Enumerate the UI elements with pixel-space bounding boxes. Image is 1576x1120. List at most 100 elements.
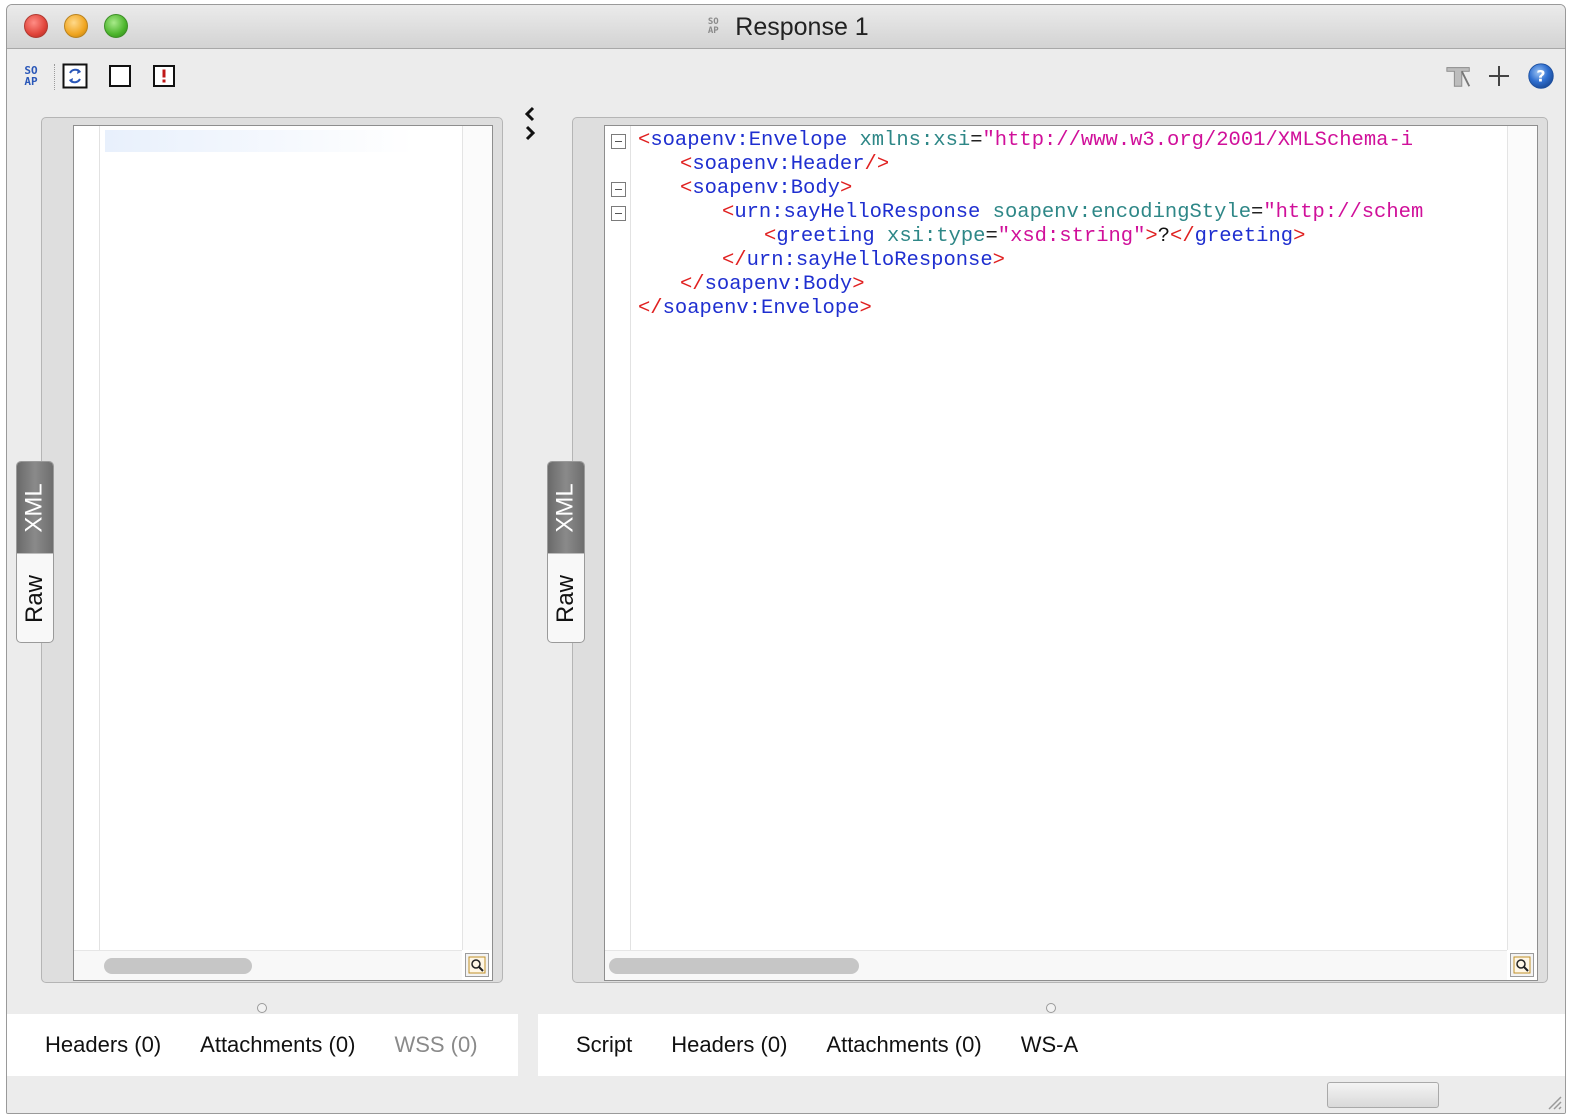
xml-token-br: </ <box>1170 225 1195 248</box>
xml-line: <soapenv:Body> <box>680 177 852 201</box>
response-editor[interactable]: <soapenv:Envelope xmlns:xsi="http://www.… <box>604 125 1538 981</box>
square-button[interactable] <box>106 62 134 90</box>
xml-token-br: </ <box>722 249 747 272</box>
xml-line: </soapenv:Body> <box>680 273 865 297</box>
request-attachments-tab[interactable]: Attachments (0) <box>200 1032 355 1058</box>
request-editor[interactable] <box>73 125 493 981</box>
xml-token-val: "http://www.w3.org/2001/XMLSchema-i <box>982 129 1414 152</box>
request-code-area[interactable] <box>101 126 462 950</box>
xml-token-br: < <box>680 153 693 176</box>
xml-token-attr: soapenv:encodingStyle <box>992 201 1252 224</box>
response-vertical-scrollbar[interactable] <box>1507 126 1537 950</box>
response-xml-tab[interactable]: XML <box>548 462 584 553</box>
request-gutter <box>74 126 100 950</box>
response-divider-handle[interactable] <box>1046 1003 1056 1013</box>
current-line-highlight <box>105 130 415 152</box>
xml-token-br: > <box>1293 225 1306 248</box>
xml-token-tag: soapenv:Envelope <box>662 297 860 320</box>
fold-toggle-envelope[interactable] <box>611 134 626 149</box>
magnifier-icon <box>1513 956 1531 974</box>
response-bottom-tabs: Script Headers (0) Attachments (0) WS-A <box>538 1014 1565 1076</box>
xml-token-attr: xmlns:xsi <box>859 129 971 152</box>
xml-line: <soapenv:Envelope xmlns:xsi="http://www.… <box>638 129 1413 153</box>
resize-grip-icon[interactable] <box>1543 1091 1563 1111</box>
xml-token-txt <box>980 201 992 224</box>
xml-line: </urn:sayHelloResponse> <box>722 249 1005 273</box>
fold-toggle-response[interactable] <box>611 206 626 221</box>
response-scroll-thumb[interactable] <box>609 958 859 974</box>
toolbar: SO AP ? <box>7 50 1565 102</box>
xml-token-br: > <box>839 177 853 200</box>
soap-button[interactable]: SO AP <box>17 62 45 90</box>
xml-token-br: < <box>680 177 693 200</box>
response-find-button[interactable] <box>1510 953 1534 977</box>
plus-icon <box>1489 66 1509 86</box>
fold-toggle-body[interactable] <box>611 182 626 197</box>
xml-token-br: < <box>722 201 735 224</box>
help-button[interactable]: ? <box>1527 62 1555 90</box>
xml-token-br: </ <box>680 273 705 296</box>
request-xml-tab[interactable]: XML <box>17 462 53 553</box>
response-attachments-tab[interactable]: Attachments (0) <box>826 1032 981 1058</box>
help-icon: ? <box>1528 63 1554 89</box>
title-bar: SO AP Response 1 <box>7 5 1565 49</box>
xml-token-tag: urn:sayHelloResponse <box>734 201 981 224</box>
xml-token-tag: greeting <box>1194 225 1294 248</box>
response-headers-tab[interactable]: Headers (0) <box>671 1032 787 1058</box>
alert-button[interactable] <box>150 62 178 90</box>
xml-line: <urn:sayHelloResponse soapenv:encodingSt… <box>722 201 1423 225</box>
request-scroll-thumb[interactable] <box>104 958 252 974</box>
xml-line: </soapenv:Envelope> <box>638 297 872 321</box>
response-window: SO AP Response 1 SO AP ? XML Raw <soapen… <box>6 4 1566 1114</box>
title-wrap: SO AP Response 1 <box>7 5 1565 49</box>
status-bar <box>7 1077 1565 1113</box>
request-wss-tab[interactable]: WSS (0) <box>394 1032 477 1058</box>
xml-token-eq: = <box>985 225 998 248</box>
request-bottom-tabs: Headers (0) Attachments (0) WSS (0) <box>7 1014 518 1076</box>
xml-token-br: < <box>638 129 651 152</box>
refresh-icon <box>62 63 88 89</box>
response-horizontal-scrollbar[interactable] <box>605 950 1507 980</box>
tab-button[interactable] <box>1445 62 1473 90</box>
request-find-button[interactable] <box>465 953 489 977</box>
request-view-tabs: XML Raw <box>16 461 54 643</box>
request-horizontal-scrollbar[interactable] <box>74 950 462 980</box>
xml-token-br: > <box>1145 225 1158 248</box>
xml-token-val: "http://schem <box>1263 201 1424 224</box>
toolbar-separator <box>54 64 55 90</box>
square-icon <box>109 65 131 87</box>
xml-token-txt <box>847 129 859 152</box>
xml-token-eq: = <box>1251 201 1264 224</box>
xml-token-br: > <box>992 249 1005 272</box>
status-progress-box <box>1327 1082 1439 1108</box>
request-raw-tab[interactable]: Raw <box>17 553 53 642</box>
tab-icon <box>1446 67 1471 87</box>
response-wsa-tab[interactable]: WS-A <box>1021 1032 1078 1058</box>
xml-token-val: "xsd:string" <box>997 225 1146 248</box>
request-divider-handle[interactable] <box>257 1003 267 1013</box>
xml-token-br: > <box>859 297 872 320</box>
xml-token-br: > <box>852 273 865 296</box>
add-button[interactable] <box>1485 62 1513 90</box>
magnifier-icon <box>468 956 486 974</box>
xml-line: <soapenv:Header/> <box>680 153 889 177</box>
refresh-button[interactable] <box>61 62 89 90</box>
response-view-tabs: XML Raw <box>547 461 585 643</box>
xml-token-txt: ? <box>1157 225 1171 248</box>
alert-icon <box>153 65 175 87</box>
split-pane-divider[interactable] <box>519 105 539 145</box>
response-code-area[interactable]: <soapenv:Envelope xmlns:xsi="http://www.… <box>632 126 1507 950</box>
response-panel: <soapenv:Envelope xmlns:xsi="http://www.… <box>572 117 1548 983</box>
xml-token-eq: = <box>970 129 983 152</box>
response-script-tab[interactable]: Script <box>576 1032 632 1058</box>
response-raw-tab[interactable]: Raw <box>548 553 584 642</box>
xml-line: <greeting xsi:type="xsd:string">?</greet… <box>764 225 1305 249</box>
request-vertical-scrollbar[interactable] <box>462 126 492 950</box>
xml-token-br: /> <box>864 153 890 176</box>
svg-text:?: ? <box>1536 66 1545 85</box>
soap-title-icon: SO AP <box>707 17 719 36</box>
xml-token-tag: urn:sayHelloResponse <box>746 249 993 272</box>
soap-icon: SO AP <box>24 64 38 88</box>
request-headers-tab[interactable]: Headers (0) <box>45 1032 161 1058</box>
xml-token-tag: soapenv:Header <box>692 153 865 176</box>
